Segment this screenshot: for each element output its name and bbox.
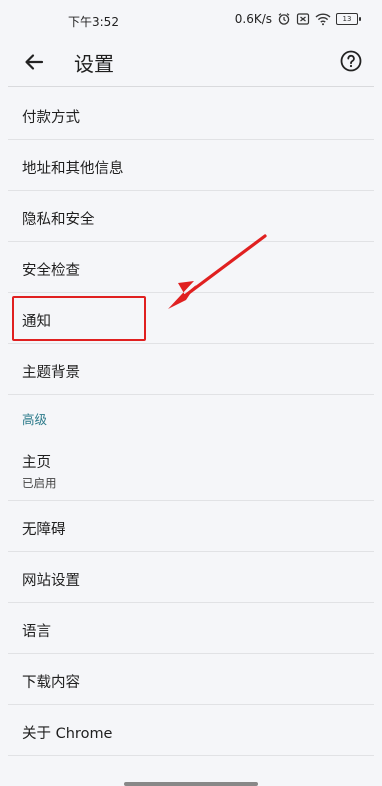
help-icon[interactable] bbox=[338, 48, 364, 74]
settings-item-label: 通知 bbox=[22, 314, 51, 330]
settings-item-label: 地址和其他信息 bbox=[22, 161, 124, 177]
settings-item-label: 关于 Chrome bbox=[22, 726, 113, 742]
net-speed: 0.6K/s bbox=[234, 12, 272, 26]
battery-icon: 13 bbox=[336, 13, 361, 25]
status-icons: 0.6K/s 13 bbox=[234, 12, 361, 26]
settings-item-label: 隐私和安全 bbox=[22, 212, 95, 228]
back-arrow-icon[interactable] bbox=[18, 46, 50, 78]
settings-item-safety-check[interactable]: 安全检查 bbox=[8, 242, 374, 293]
home-indicator bbox=[124, 782, 258, 786]
settings-item-addresses[interactable]: 地址和其他信息 bbox=[8, 140, 374, 191]
settings-item-label: 安全检查 bbox=[22, 263, 80, 279]
settings-list: 付款方式 地址和其他信息 隐私和安全 安全检查 通知 主题背景 高级 主页 已启… bbox=[8, 89, 374, 756]
settings-item-languages[interactable]: 语言 bbox=[8, 603, 374, 654]
settings-item-label: 下载内容 bbox=[22, 675, 80, 691]
settings-item-label: 主页 bbox=[22, 455, 51, 471]
section-header-advanced: 高级 bbox=[8, 395, 374, 438]
settings-item-label: 语言 bbox=[22, 624, 51, 640]
settings-item-site-settings[interactable]: 网站设置 bbox=[8, 552, 374, 603]
settings-item-notifications[interactable]: 通知 bbox=[8, 293, 374, 344]
settings-item-payment-methods[interactable]: 付款方式 bbox=[8, 89, 374, 140]
settings-item-label: 无障碍 bbox=[22, 522, 66, 538]
settings-item-label: 网站设置 bbox=[22, 573, 80, 589]
settings-item-theme[interactable]: 主题背景 bbox=[8, 344, 374, 395]
wifi-icon bbox=[315, 13, 331, 26]
settings-item-downloads[interactable]: 下载内容 bbox=[8, 654, 374, 705]
status-time: 下午3:52 bbox=[68, 15, 119, 29]
status-bar: 下午3:52 0.6K/s 13 bbox=[0, 0, 382, 38]
app-bar-divider bbox=[8, 86, 374, 87]
settings-item-sublabel: 已启用 bbox=[22, 476, 57, 490]
settings-item-label: 主题背景 bbox=[22, 365, 80, 381]
settings-item-label: 付款方式 bbox=[22, 110, 80, 126]
sim-card-icon bbox=[296, 13, 310, 25]
alarm-icon bbox=[278, 13, 290, 25]
settings-item-accessibility[interactable]: 无障碍 bbox=[8, 501, 374, 552]
settings-item-about-chrome[interactable]: 关于 Chrome bbox=[8, 705, 374, 756]
settings-item-homepage[interactable]: 主页 已启用 bbox=[8, 438, 374, 501]
app-bar: 设置 bbox=[0, 38, 382, 86]
page-title: 设置 bbox=[74, 52, 114, 76]
settings-item-privacy-security[interactable]: 隐私和安全 bbox=[8, 191, 374, 242]
section-header-label: 高级 bbox=[22, 412, 48, 427]
